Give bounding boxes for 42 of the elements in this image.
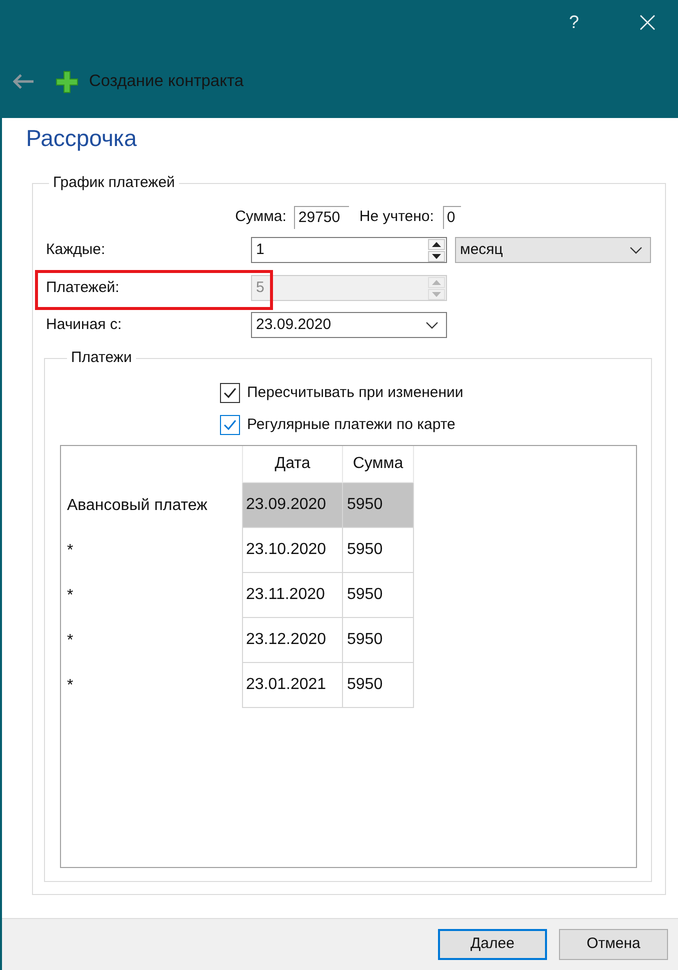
chevron-down-icon — [426, 322, 438, 328]
page-header-title: Создание контракта — [89, 71, 244, 92]
group-title: Платежи — [70, 349, 133, 367]
cancel-button[interactable]: Отмена — [559, 929, 668, 960]
chevron-down-icon — [630, 246, 642, 254]
page-title: Рассрочка — [26, 124, 137, 152]
unaccounted-value: 0 — [442, 206, 461, 229]
table-cell[interactable]: 23.09.2020 — [242, 483, 343, 528]
sum-value: 29750 — [294, 206, 350, 229]
next-button[interactable]: Далее — [438, 929, 547, 960]
plus-icon — [56, 70, 78, 92]
checkbox-label[interactable]: Пересчитывать при изменении — [247, 382, 464, 404]
unit-dropdown[interactable]: месяц — [455, 237, 651, 263]
table-cell[interactable]: 5950 — [343, 663, 414, 708]
spin-field[interactable]: 1 — [251, 237, 447, 263]
unaccounted-label: Не учтено: — [359, 207, 434, 228]
spin-up-icon[interactable] — [428, 238, 445, 250]
checkbox[interactable] — [220, 383, 240, 403]
table-cell[interactable]: 23.01.2021 — [242, 663, 343, 708]
table-cell[interactable]: 23.12.2020 — [242, 618, 343, 663]
close-icon[interactable] — [640, 15, 654, 30]
help-button[interactable]: ? — [551, 8, 597, 38]
table-cell[interactable]: 5950 — [343, 528, 414, 573]
table-cell[interactable]: 5950 — [343, 483, 414, 528]
date-picker-field[interactable]: 23.09.2020 — [251, 312, 447, 338]
row-header: * — [66, 630, 74, 650]
field-label: Платежей: — [46, 278, 120, 298]
table-cell[interactable]: 5950 — [343, 573, 414, 618]
table-cell[interactable]: 23.11.2020 — [242, 573, 343, 618]
row-header: * — [66, 540, 74, 560]
sum-label: Сумма: — [235, 207, 286, 228]
group-title: График платежей — [52, 174, 176, 192]
table-cell[interactable]: 5950 — [343, 618, 414, 663]
field-label: Каждые: — [46, 240, 106, 260]
spin-down-icon[interactable] — [428, 250, 445, 262]
table-cell[interactable]: 23.10.2020 — [242, 528, 343, 573]
field-label: Начиная с: — [46, 314, 123, 335]
checkbox[interactable] — [220, 415, 240, 435]
row-header: Авансовый платеж — [66, 496, 208, 516]
checkbox-label[interactable]: Регулярные платежи по карте — [247, 414, 456, 436]
row-header: * — [66, 676, 74, 696]
row-header: * — [66, 586, 74, 606]
